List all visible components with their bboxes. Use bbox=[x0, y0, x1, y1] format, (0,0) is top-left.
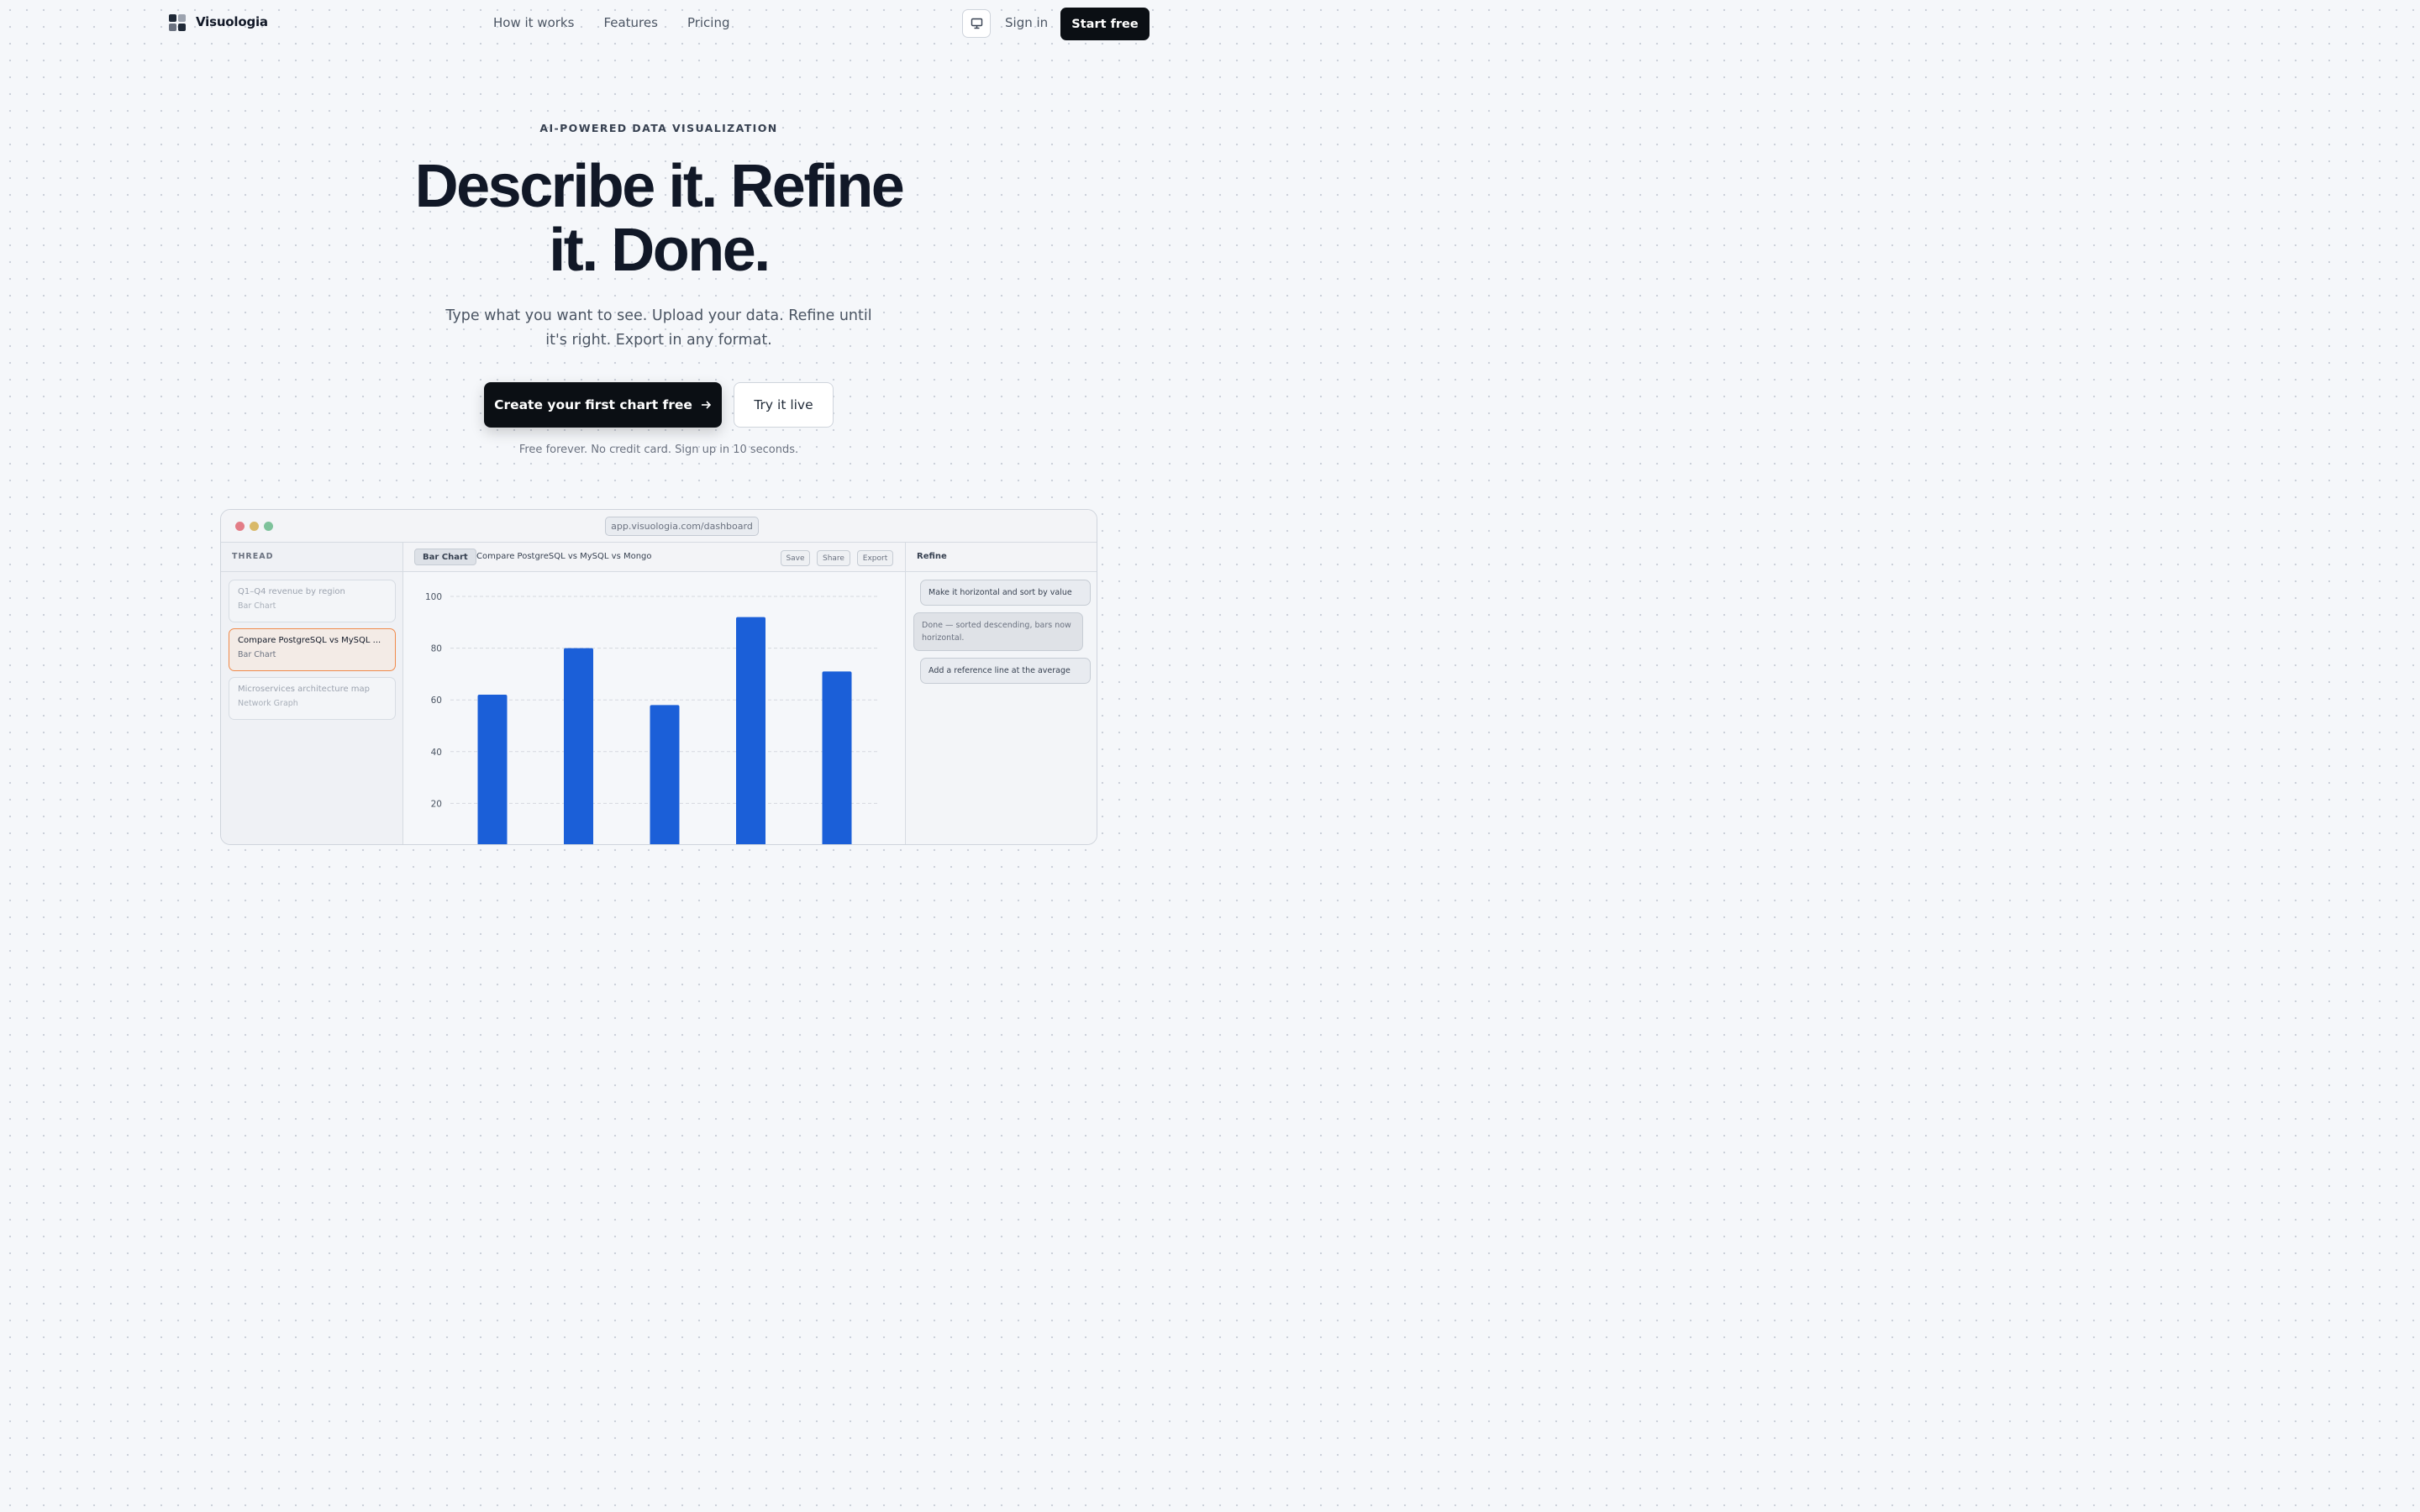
chart-prompt-title: Compare PostgreSQL vs MySQL vs Mongo bbox=[476, 552, 652, 561]
user-message: Make it horizontal and sort by value bbox=[920, 580, 1091, 606]
assistant-message: Done — sorted descending, bars now horiz… bbox=[913, 612, 1083, 651]
bar[interactable] bbox=[650, 705, 680, 845]
thread-item-active[interactable]: Compare PostgreSQL vs MySQL ... Bar Char… bbox=[229, 628, 396, 671]
y-tick-label: 60 bbox=[431, 696, 442, 706]
thread-heading: THREAD bbox=[221, 543, 402, 572]
thread-item-type: Bar Chart bbox=[238, 601, 276, 611]
try-live-button[interactable]: Try it live bbox=[734, 382, 834, 428]
hero-eyebrow: AI-POWERED DATA VISUALIZATION bbox=[539, 122, 778, 134]
create-chart-button[interactable]: Create your first chart free bbox=[484, 382, 722, 428]
sign-in-link[interactable]: Sign in bbox=[1005, 15, 1048, 30]
arrow-right-icon bbox=[701, 401, 712, 409]
y-tick-label: 80 bbox=[431, 644, 442, 654]
hero-subhead: Type what you want to see. Upload your d… bbox=[445, 307, 872, 349]
headline-line-2: it. Done. bbox=[549, 217, 771, 284]
minimize-dot-icon bbox=[250, 522, 259, 531]
headline-line-1: Describe it. Refine bbox=[414, 153, 905, 220]
save-button[interactable]: Save bbox=[781, 550, 810, 566]
thread-item-type: Network Graph bbox=[238, 699, 298, 708]
maximize-dot-icon bbox=[264, 522, 273, 531]
close-dot-icon bbox=[235, 522, 245, 531]
chart-toolbar: Bar Chart Compare PostgreSQL vs MySQL vs… bbox=[403, 543, 905, 572]
logo-icon[interactable] bbox=[169, 14, 187, 32]
y-tick-label: 100 bbox=[425, 592, 442, 602]
nav-link-pricing[interactable]: Pricing bbox=[687, 15, 730, 30]
brand-name[interactable]: Visuologia bbox=[196, 14, 268, 29]
nav-link-how-it-works[interactable]: How it works bbox=[493, 15, 574, 30]
thread-item-title: Microservices architecture map bbox=[238, 685, 371, 694]
share-button[interactable]: Share bbox=[817, 550, 850, 566]
refine-panel: Refine Make it horizontal and sort by va… bbox=[905, 543, 1097, 844]
bar[interactable] bbox=[822, 671, 852, 845]
app-preview-window: app.visuologia.com/dashboard THREAD Q1–Q… bbox=[220, 509, 1097, 845]
export-button[interactable]: Export bbox=[857, 550, 893, 566]
chart-panel: Bar Chart Compare PostgreSQL vs MySQL vs… bbox=[403, 543, 905, 845]
y-tick-label: 40 bbox=[431, 748, 442, 758]
create-chart-label: Create your first chart free bbox=[494, 397, 692, 412]
bar-chart: 20 40 60 80 100 bbox=[425, 592, 880, 845]
top-nav: Visuologia How it works Features Pricing… bbox=[0, 0, 1318, 47]
theme-toggle-button[interactable] bbox=[962, 9, 991, 38]
chart-type-chip[interactable]: Bar Chart bbox=[414, 549, 476, 565]
window-titlebar: app.visuologia.com/dashboard bbox=[221, 510, 1097, 543]
thread-item-title: Compare PostgreSQL vs MySQL ... bbox=[238, 636, 381, 645]
monitor-icon bbox=[971, 18, 982, 29]
thread-item[interactable]: Q1–Q4 revenue by region Bar Chart bbox=[229, 580, 396, 622]
thread-item-type: Bar Chart bbox=[238, 650, 276, 659]
start-free-button[interactable]: Start free bbox=[1060, 8, 1150, 40]
url-bar[interactable]: app.visuologia.com/dashboard bbox=[605, 517, 759, 536]
refine-heading: Refine bbox=[906, 543, 1097, 572]
bar[interactable] bbox=[477, 695, 508, 845]
hero-footnote: Free forever. No credit card. Sign up in… bbox=[518, 444, 799, 456]
nav-link-features[interactable]: Features bbox=[603, 15, 658, 30]
bar[interactable] bbox=[736, 617, 765, 845]
thread-item[interactable]: Microservices architecture map Network G… bbox=[229, 677, 396, 720]
thread-item-title: Q1–Q4 revenue by region bbox=[238, 587, 345, 596]
bar[interactable] bbox=[564, 648, 593, 845]
nav-links: How it works Features Pricing bbox=[493, 15, 730, 30]
thread-panel: THREAD Q1–Q4 revenue by region Bar Chart… bbox=[221, 543, 403, 844]
user-message: Add a reference line at the average bbox=[920, 658, 1091, 684]
hero-headline: Describe it. Refine it. Done. bbox=[323, 155, 995, 282]
y-tick-label: 20 bbox=[431, 799, 442, 809]
